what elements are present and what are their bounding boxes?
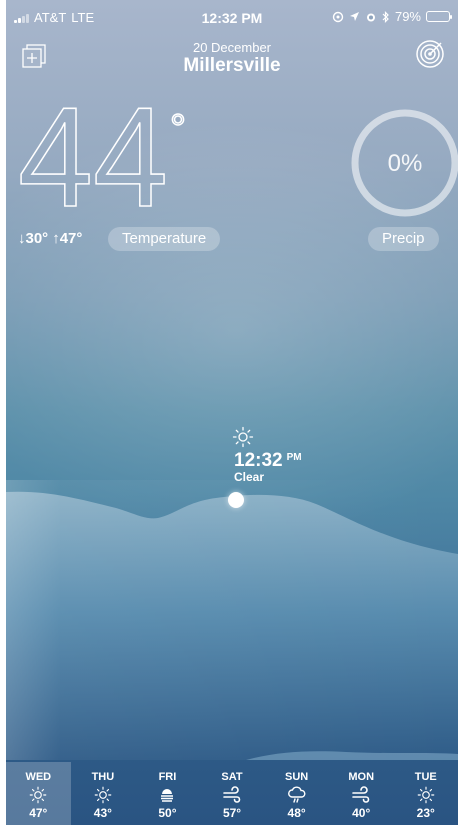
timeline-time-value: 12:32 bbox=[234, 450, 283, 471]
forecast-day-name: THU bbox=[91, 771, 115, 783]
forecast-day-name: FRI bbox=[158, 771, 177, 783]
forecast-day-fri[interactable]: FRI 50° bbox=[135, 762, 200, 825]
forecast-day-name: MON bbox=[348, 771, 375, 783]
sun-icon bbox=[6, 785, 71, 805]
alarm-icon bbox=[366, 13, 375, 21]
sun-icon bbox=[232, 426, 254, 448]
low-temp: ↓30° bbox=[18, 230, 49, 247]
forecast-day-temp: 47° bbox=[29, 806, 48, 820]
forecast-day-temp: 57° bbox=[222, 806, 242, 820]
forecast-day-sat[interactable]: SAT 57° bbox=[200, 762, 265, 825]
current-temperature: 44 ° bbox=[18, 86, 187, 226]
bluetooth-icon bbox=[382, 10, 389, 23]
radar-target-icon bbox=[416, 40, 444, 68]
battery-icon bbox=[426, 11, 452, 22]
wind-icon bbox=[200, 785, 265, 805]
screen-lock-icon bbox=[332, 11, 344, 22]
forecast-day-temp: 50° bbox=[158, 806, 177, 820]
sun-icon bbox=[393, 785, 458, 805]
temperature-mode-button[interactable]: Temperature bbox=[108, 227, 221, 251]
forecast-day-temp: 48° bbox=[287, 806, 306, 820]
precip-mode-button[interactable]: Precip bbox=[368, 227, 439, 251]
battery-percent: 79% bbox=[394, 9, 421, 24]
timeline-time: 12:32 PM bbox=[234, 450, 302, 472]
current-temperature-value: 44 bbox=[18, 86, 168, 226]
status-right: 79% bbox=[332, 9, 452, 24]
forecast-day-tue[interactable]: TUE 23° bbox=[393, 762, 458, 825]
location-icon bbox=[349, 12, 359, 21]
forecast-day-sun[interactable]: SUN 48° bbox=[264, 762, 329, 825]
forecast-day-temp: 40° bbox=[352, 806, 371, 820]
forecast-day-name: SAT bbox=[221, 771, 243, 783]
degree-symbol: ° bbox=[170, 107, 186, 151]
radar-button[interactable] bbox=[414, 38, 446, 70]
daily-forecast: WED 47° THU 43° FRI 50° SAT 57° SUN 48° MON 40° TUE 2… bbox=[6, 762, 458, 825]
wind-icon bbox=[329, 785, 394, 805]
timeline-ampm: PM bbox=[286, 452, 302, 463]
current-time-marker[interactable] bbox=[228, 492, 244, 508]
rain-cloud-icon bbox=[264, 785, 329, 805]
city-name[interactable]: Millersville bbox=[6, 55, 458, 77]
forecast-day-name: TUE bbox=[414, 771, 437, 783]
forecast-day-name: WED bbox=[25, 771, 52, 783]
low-high-range: ↓30° ↑47° bbox=[18, 230, 82, 247]
temperature-graph[interactable] bbox=[6, 480, 458, 760]
forecast-day-mon[interactable]: MON 40° bbox=[329, 762, 394, 825]
precip-value: 0% bbox=[387, 150, 423, 177]
forecast-day-name: SUN bbox=[284, 771, 309, 783]
status-bar: AT&T LTE 12:32 PM 79% bbox=[6, 6, 458, 28]
high-temp: ↑47° bbox=[52, 230, 83, 247]
sun-icon bbox=[71, 785, 136, 805]
date-label: 20 December bbox=[192, 40, 272, 55]
forecast-day-temp: 23° bbox=[416, 806, 435, 820]
forecast-day-wed[interactable]: WED 47° bbox=[6, 762, 71, 825]
fog-icon bbox=[135, 785, 200, 805]
weather-screen: AT&T LTE 12:32 PM 79% 20 December Miller… bbox=[6, 0, 458, 825]
forecast-day-temp: 43° bbox=[93, 806, 112, 820]
forecast-day-thu[interactable]: THU 43° bbox=[71, 762, 136, 825]
